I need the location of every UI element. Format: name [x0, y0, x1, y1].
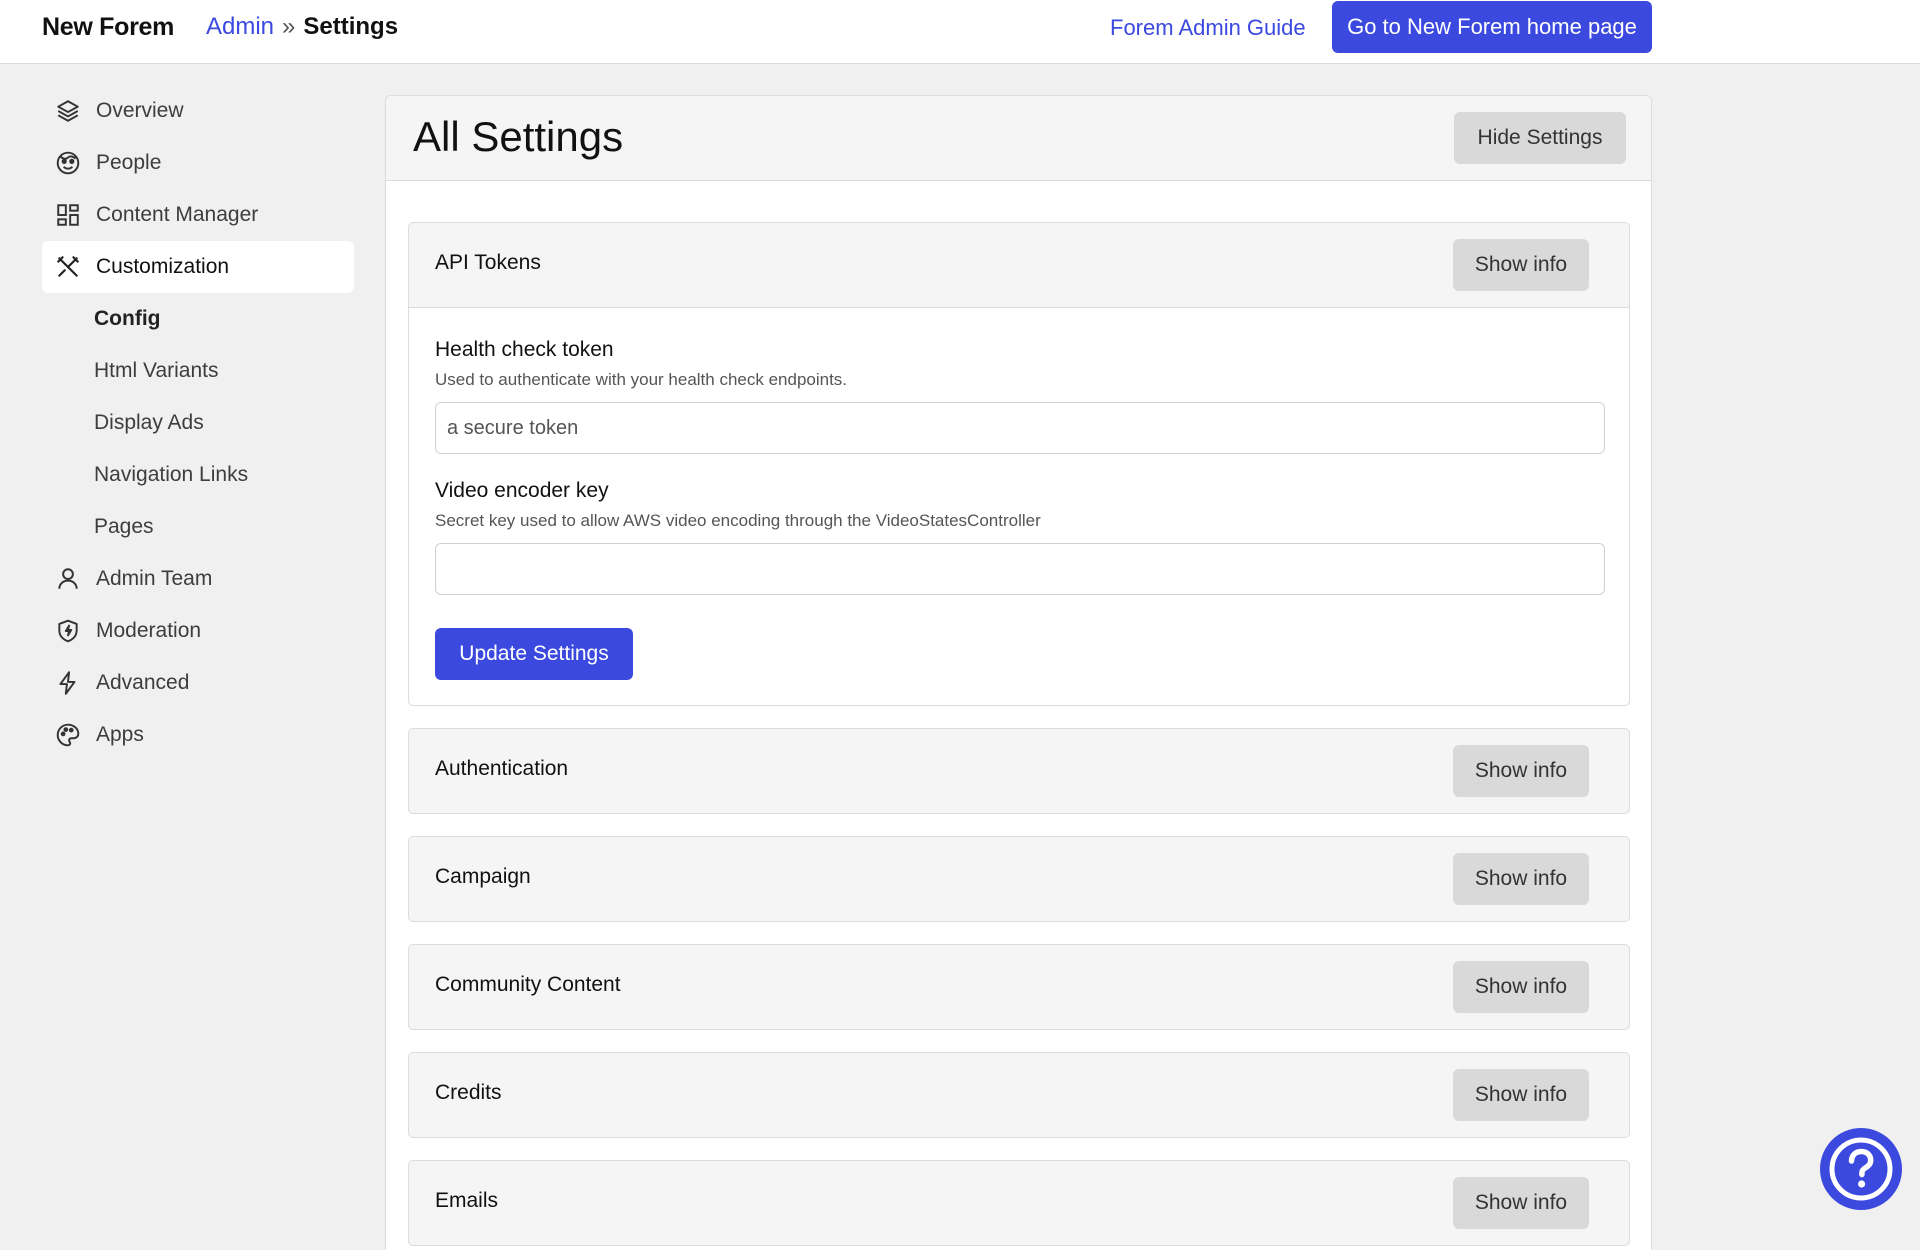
hide-settings-button[interactable]: Hide Settings — [1454, 112, 1626, 164]
sidebar-item-label: Customization — [96, 255, 230, 278]
section-credits: Credits Show info — [408, 1052, 1630, 1138]
sidebar-subitem-pages[interactable]: Pages — [42, 501, 354, 553]
sidebar-item-label: Content Manager — [96, 203, 259, 226]
video-encoder-key-label: Video encoder key — [435, 479, 609, 502]
sidebar-item-label: Apps — [96, 723, 144, 746]
tools-icon — [54, 253, 82, 281]
sidebar-item-admin-team[interactable]: Admin Team — [42, 553, 354, 605]
health-check-token-label: Health check token — [435, 338, 614, 361]
section-emails: Emails Show info — [408, 1160, 1630, 1246]
breadcrumb-separator: » — [282, 13, 296, 40]
section-header: Credits Show info — [409, 1053, 1629, 1137]
section-title: Credits — [435, 1081, 502, 1104]
section-community-content: Community Content Show info — [408, 944, 1630, 1030]
section-title: Campaign — [435, 865, 531, 888]
section-title: Community Content — [435, 973, 621, 996]
breadcrumb-admin-link[interactable]: Admin — [206, 13, 274, 41]
section-header: Community Content Show info — [409, 945, 1629, 1029]
settings-header: All Settings Hide Settings — [386, 96, 1651, 181]
section-title: Emails — [435, 1189, 499, 1212]
sidebar-item-label: People — [96, 151, 162, 174]
sidebar-item-content-manager[interactable]: Content Manager — [42, 189, 354, 241]
show-info-button[interactable]: Show info — [1453, 239, 1589, 291]
settings-panel: All Settings Hide Settings API Tokens Sh… — [385, 95, 1652, 1250]
show-info-button[interactable]: Show info — [1453, 1069, 1589, 1121]
section-header: API Tokens Show info — [409, 223, 1629, 307]
show-info-button[interactable]: Show info — [1453, 853, 1589, 905]
breadcrumb-current: Settings — [303, 13, 399, 40]
sidebar-subitem-config[interactable]: Config — [42, 293, 354, 345]
layers-icon — [54, 97, 82, 125]
sidebar-item-label: Moderation — [96, 619, 202, 642]
health-check-token-input[interactable] — [435, 402, 1605, 454]
section-campaign: Campaign Show info — [408, 836, 1630, 922]
face-icon — [54, 149, 82, 177]
show-info-button[interactable]: Show info — [1453, 1177, 1589, 1229]
show-info-button[interactable]: Show info — [1453, 745, 1589, 797]
sidebar-item-apps[interactable]: Apps — [42, 709, 354, 761]
show-info-button[interactable]: Show info — [1453, 961, 1589, 1013]
health-check-token-help: Used to authenticate with your health ch… — [435, 370, 848, 389]
shield-icon — [54, 617, 82, 645]
api-tokens-form: Health check token Used to authenticate … — [409, 307, 1629, 705]
dashboard-icon — [54, 201, 82, 229]
sidebar-item-moderation[interactable]: Moderation — [42, 605, 354, 657]
palette-icon — [54, 721, 82, 749]
update-settings-button[interactable]: Update Settings — [435, 628, 633, 680]
help-icon — [1829, 1137, 1893, 1201]
section-api-tokens: API Tokens Show info Health check token … — [408, 222, 1630, 706]
breadcrumb: Admin » Settings — [206, 13, 398, 41]
top-bar: New Forem Admin » Settings Forem Admin G… — [0, 0, 1920, 64]
video-encoder-key-input[interactable] — [435, 543, 1605, 595]
sidebar-item-label: Advanced — [96, 671, 190, 694]
help-button[interactable] — [1820, 1128, 1902, 1210]
sidebar-item-people[interactable]: People — [42, 137, 354, 189]
admin-guide-link[interactable]: Forem Admin Guide — [1110, 15, 1306, 41]
section-title: Authentication — [435, 757, 569, 780]
section-title: API Tokens — [435, 251, 541, 274]
sidebar-subitem-display-ads[interactable]: Display Ads — [42, 397, 354, 449]
sidebar-item-label: Overview — [96, 99, 184, 122]
lightning-icon — [54, 669, 82, 697]
sidebar-item-advanced[interactable]: Advanced — [42, 657, 354, 709]
sidebar-item-overview[interactable]: Overview — [42, 85, 354, 137]
brand-logo[interactable]: New Forem — [42, 13, 174, 42]
sidebar-item-customization[interactable]: Customization — [42, 241, 354, 293]
sidebar-subitem-html-variants[interactable]: Html Variants — [42, 345, 354, 397]
section-authentication: Authentication Show info — [408, 728, 1630, 814]
section-header: Authentication Show info — [409, 729, 1629, 813]
sidebar: Overview People Content Manager Customiz… — [42, 85, 354, 761]
sidebar-subitem-navigation-links[interactable]: Navigation Links — [42, 449, 354, 501]
section-header: Emails Show info — [409, 1161, 1629, 1245]
video-encoder-key-help: Secret key used to allow AWS video encod… — [435, 511, 1041, 530]
user-icon — [54, 565, 82, 593]
section-header: Campaign Show info — [409, 837, 1629, 921]
sidebar-item-label: Admin Team — [96, 567, 213, 590]
home-page-button[interactable]: Go to New Forem home page — [1332, 1, 1652, 53]
page-title: All Settings — [413, 113, 624, 160]
